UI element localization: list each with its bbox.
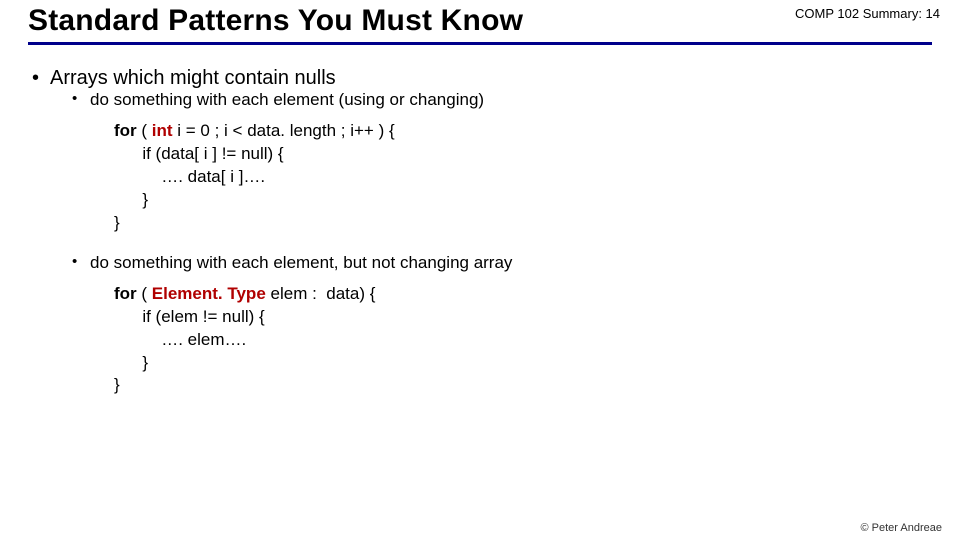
code-line: } <box>114 352 960 375</box>
code-line: …. elem…. <box>114 329 960 352</box>
bullet-text: do something with each element (using or… <box>90 90 484 109</box>
slide-body: Arrays which might contain nulls do some… <box>0 45 960 397</box>
slide: Standard Patterns You Must Know COMP 102… <box>0 0 960 540</box>
title-rule-wrap <box>0 38 960 45</box>
code-line: …. data[ i ]…. <box>114 166 960 189</box>
code-line: for ( int i = 0 ; i < data. length ; i++… <box>114 120 960 143</box>
code-line: for ( Element. Type elem : data) { <box>114 283 960 306</box>
code-line: } <box>114 374 960 397</box>
bullet-text: Arrays which might contain nulls <box>50 67 336 89</box>
code-text: ( <box>137 284 152 303</box>
kw-int: int <box>152 121 173 140</box>
bullet-lvl1: Arrays which might contain nulls do some… <box>28 67 960 397</box>
kw-for: for <box>114 284 137 303</box>
code-text: elem : data) { <box>266 284 376 303</box>
kw-for: for <box>114 121 137 140</box>
kw-type: Element. Type <box>152 284 266 303</box>
code-line: if (data[ i ] != null) { <box>114 143 960 166</box>
code-line: if (elem != null) { <box>114 306 960 329</box>
code-text: i = 0 ; i < data. length ; i++ ) { <box>173 121 395 140</box>
code-block-1: for ( int i = 0 ; i < data. length ; i++… <box>114 120 960 235</box>
slide-header: Standard Patterns You Must Know COMP 102… <box>0 0 960 38</box>
code-line: } <box>114 212 960 235</box>
bullet-lvl2: do something with each element (using or… <box>50 90 960 110</box>
course-tag: COMP 102 Summary: 14 <box>795 6 940 21</box>
code-block-2: for ( Element. Type elem : data) { if (e… <box>114 283 960 398</box>
code-text: ( <box>137 121 152 140</box>
code-line: } <box>114 189 960 212</box>
bullet-text: do something with each element, but not … <box>90 253 512 272</box>
copyright-footer: © Peter Andreae <box>861 522 943 534</box>
bullet-lvl2: do something with each element, but not … <box>50 253 960 273</box>
